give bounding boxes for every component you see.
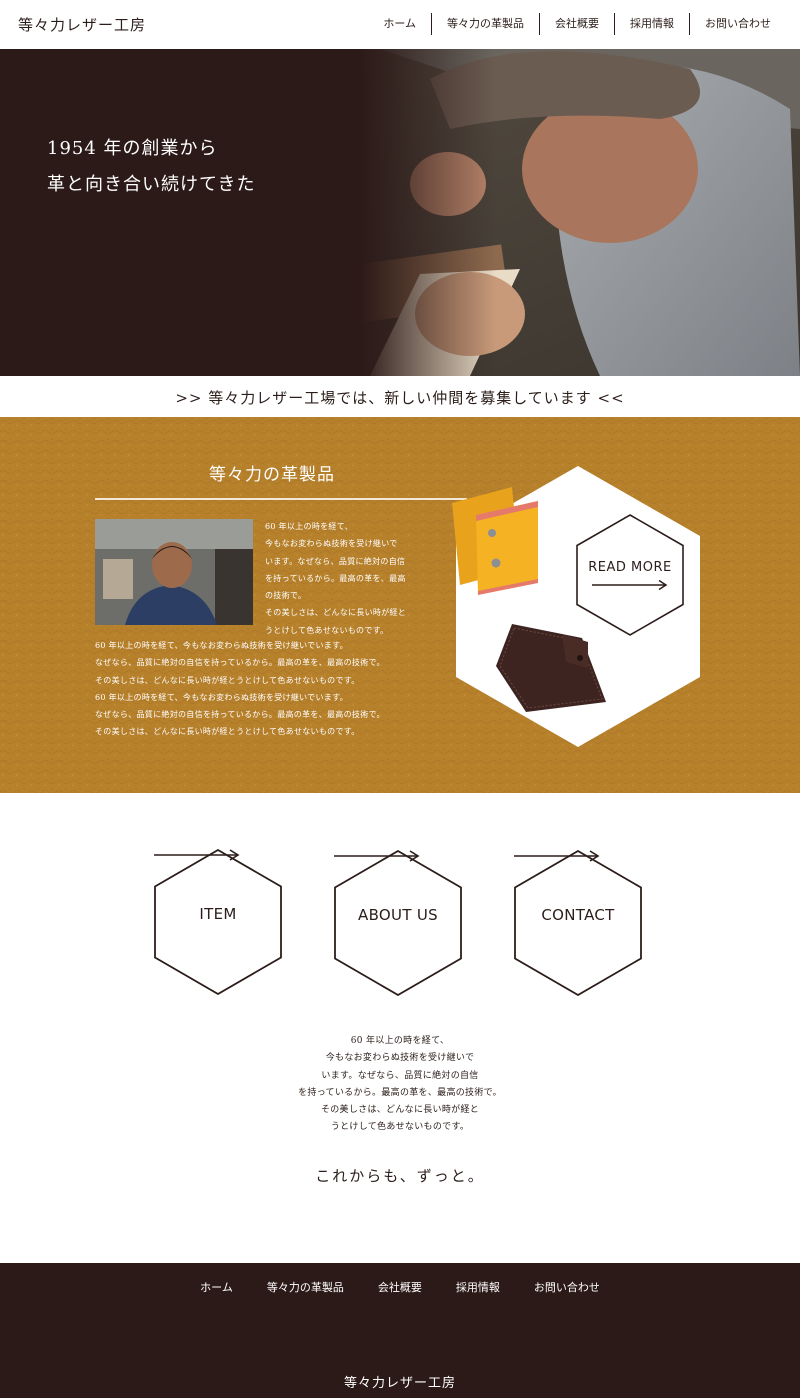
hero-section: 1954 年の創業から 革と向き合い続けてきた — [0, 49, 800, 376]
footer-nav-contact[interactable]: お問い合わせ — [517, 1279, 617, 1295]
copy-line: その美しさは、どんなに長い時が経とうとけして色あせないものです。 — [95, 675, 360, 685]
site-footer: ホーム 等々力の革製品 会社概要 採用情報 お問い合わせ 等々力レザー工房 — [0, 1263, 800, 1398]
products-copy-long: 60 年以上の時を経て、今もなお変わらぬ技術を受け継いでいます。 なぜなら、品質… — [95, 637, 465, 741]
copy-line: を持っているから。最高の革を、最高 — [265, 573, 406, 583]
copy-line: その美しさは、どんなに長い時が経と — [265, 608, 407, 618]
recruit-banner-link[interactable]: >> 等々力レザー工場では、新しい仲間を募集しています << — [0, 376, 800, 417]
arrow-right-icon — [514, 850, 600, 862]
copy-line: なぜなら、品質に絶対の自信を持っているから。最高の革を、最高の技術で。 — [95, 710, 385, 720]
read-more-label: READ MORE — [588, 560, 672, 575]
about-label: ABOUT US — [358, 906, 438, 924]
copy-line: その美しさは、どんなに長い時が経と — [320, 1105, 480, 1116]
tagline: これからも、ずっと。 — [315, 1167, 485, 1185]
copy-line: 60 年以上の時を経て、 — [350, 1036, 450, 1046]
footer-logo[interactable]: 等々力レザー工房 — [0, 1372, 800, 1391]
copy-line: その美しさは、どんなに長い時が経とうとけして色あせないものです。 — [95, 727, 360, 737]
hero-craftsman-photo — [0, 49, 800, 376]
copy-line: 今もなお変わらぬ技術を受け継いで — [325, 1053, 475, 1064]
copy-line: 60 年以上の時を経て、今もなお変わらぬ技術を受け継いでいます。 — [95, 692, 348, 702]
hero-line-2: 革と向き合い続けてきた — [47, 174, 256, 195]
site-logo[interactable]: 等々力レザー工房 — [18, 14, 146, 35]
site-header: 等々力レザー工房 ホーム 等々力の革製品 会社概要 採用情報 お問い合わせ — [0, 0, 800, 49]
copy-line: を持っているから。最高の革を、最高の技術で。 — [298, 1087, 502, 1098]
hero-headline: 1954 年の創業から 革と向き合い続けてきた — [47, 131, 255, 203]
footer-nav-company[interactable]: 会社概要 — [361, 1279, 439, 1295]
copy-line: います。なぜなら、品質に絶対の自信 — [321, 1070, 479, 1081]
products-title-rule — [95, 498, 467, 500]
nav-company[interactable]: 会社概要 — [540, 13, 614, 35]
footer-nav: ホーム 等々力の革製品 会社概要 採用情報 お問い合わせ — [0, 1279, 800, 1295]
hex-nav-item-button[interactable]: ITEM — [154, 849, 282, 995]
nav-home[interactable]: ホーム — [368, 13, 431, 35]
copy-line: の技術で。 — [265, 591, 307, 601]
footer-nav-products[interactable]: 等々力の革製品 — [250, 1279, 361, 1295]
hex-nav-contact-button[interactable]: CONTACT — [514, 850, 642, 996]
nav-contact[interactable]: お問い合わせ — [690, 13, 786, 35]
copy-line: 今もなお変わらぬ技術を受け継いで — [265, 539, 398, 549]
copy-line: なぜなら、品質に絶対の自信を持っているから。最高の革を、最高の技術で。 — [95, 658, 385, 668]
hero-line-1: 1954 年の創業から — [47, 138, 218, 159]
copy-line: 60 年以上の時を経て、今もなお変わらぬ技術を受け継いでいます。 — [95, 641, 348, 650]
copy-line: 60 年以上の時を経て、 — [265, 522, 353, 531]
contact-label: CONTACT — [541, 906, 615, 924]
arrow-right-icon — [334, 850, 420, 862]
products-copy-short: 60 年以上の時を経て、 今もなお変わらぬ技術を受け継いで います。なぜなら、品… — [265, 518, 445, 639]
products-title: 等々力の革製品 — [209, 465, 335, 485]
about-copy: 60 年以上の時を経て、 今もなお変わらぬ技術を受け継いで います。なぜなら、品… — [240, 1033, 560, 1137]
nav-products[interactable]: 等々力の革製品 — [432, 13, 539, 35]
staff-portrait-photo — [95, 519, 253, 625]
arrow-right-icon — [154, 849, 240, 861]
read-more-button[interactable]: READ MORE — [576, 514, 684, 636]
yellow-wallet-image — [452, 487, 538, 595]
arrow-right-icon — [592, 580, 668, 590]
main-nav: ホーム 等々力の革製品 会社概要 採用情報 お問い合わせ — [368, 13, 786, 35]
item-label: ITEM — [199, 905, 237, 923]
copy-line: います。なぜなら、品質に絶対の自信 — [265, 556, 406, 566]
footer-nav-recruit[interactable]: 採用情報 — [439, 1279, 517, 1295]
read-more-hexagon — [576, 514, 684, 636]
hex-nav-about-button[interactable]: ABOUT US — [334, 850, 462, 996]
copy-line: うとけして色あせないものです。 — [330, 1122, 470, 1133]
nav-recruit[interactable]: 採用情報 — [615, 13, 689, 35]
footer-nav-home[interactable]: ホーム — [183, 1279, 250, 1295]
